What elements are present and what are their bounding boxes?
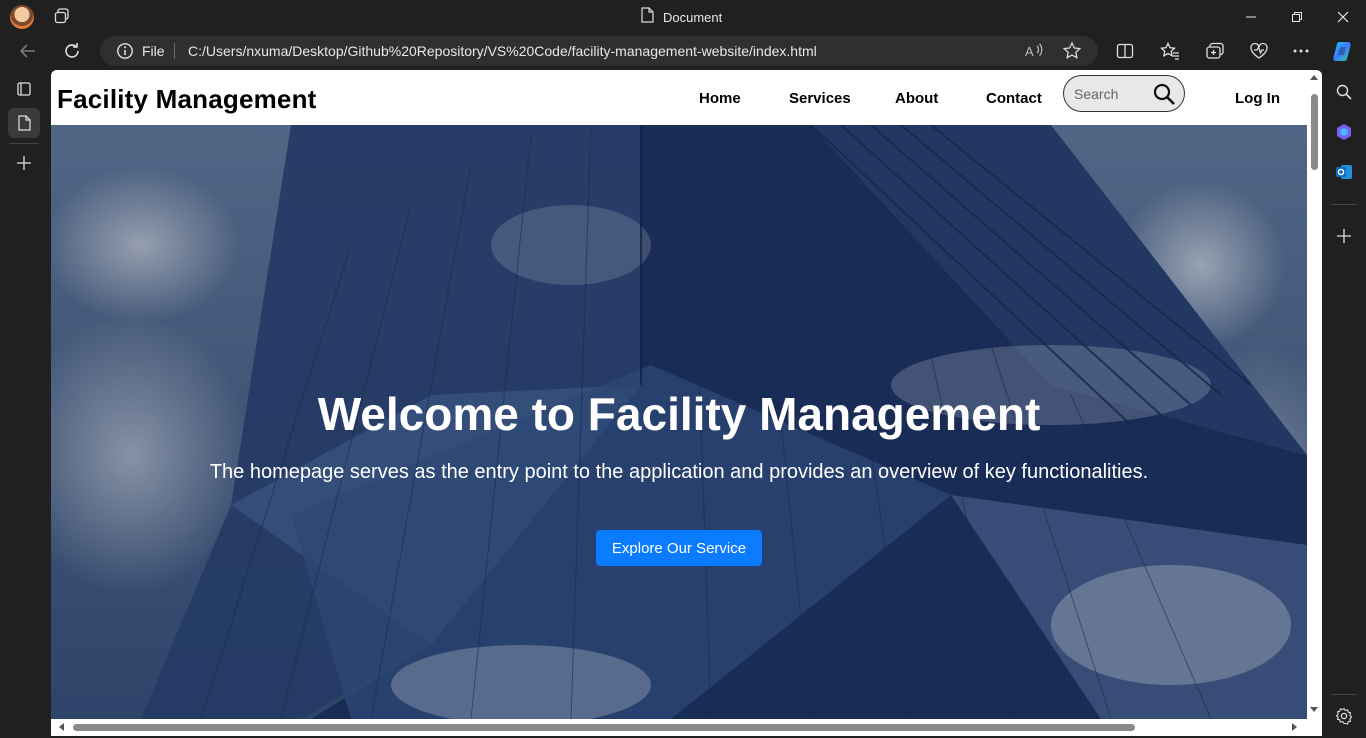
site-navbar: Facility Management Home Services About … [51,70,1307,125]
address-bar[interactable]: File C:/Users/nxuma/Desktop/Github%20Rep… [100,36,1098,66]
horizontal-scrollbar[interactable] [51,719,1307,736]
sidebar-settings-button[interactable] [1330,702,1358,730]
vertical-scroll-thumb[interactable] [1311,94,1318,170]
document-icon [640,7,654,28]
search-icon [1153,83,1175,105]
url-text[interactable]: C:/Users/nxuma/Desktop/Github%20Reposito… [188,43,817,59]
site-logo[interactable]: Facility Management [57,84,317,115]
sidebar-search-button[interactable] [1330,78,1358,106]
nav-home[interactable]: Home [699,90,741,107]
left-sidebar [0,70,48,738]
split-screen-icon [1116,43,1134,59]
explore-service-button[interactable]: Explore Our Service [596,530,762,566]
nav-contact[interactable]: Contact [986,90,1042,107]
rail-divider [10,143,38,144]
back-button[interactable] [13,37,43,65]
login-link[interactable]: Log In [1235,90,1280,107]
site-info-icon[interactable] [116,42,134,65]
hero-subtitle: The homepage serves as the entry point t… [209,461,1149,483]
nav-about[interactable]: About [895,90,938,107]
restore-button[interactable] [1274,0,1320,33]
search-box [1063,75,1185,112]
title-bar: Document [0,0,1366,33]
refresh-button[interactable] [57,37,87,65]
sidebar-divider [1331,204,1357,205]
browser-essentials-icon [1250,42,1268,59]
favorites-icon [1160,42,1179,60]
tab-title: Document [663,10,723,25]
hero-title: Welcome to Facility Management [317,388,1041,440]
minimize-icon [1246,16,1256,17]
search-button[interactable] [1152,82,1176,106]
search-input[interactable] [1074,84,1148,104]
browser-essentials-button[interactable] [1244,37,1274,65]
vertical-tab-document[interactable] [8,108,40,138]
sidebar-outlook-button[interactable] [1330,158,1358,186]
workspaces-icon[interactable] [54,8,70,24]
scroll-left-icon[interactable] [59,723,64,731]
settings-icon [1335,707,1353,725]
favorites-button[interactable] [1155,37,1185,65]
more-button[interactable] [1286,37,1316,65]
close-button[interactable] [1320,0,1366,33]
browser-toolbar: File C:/Users/nxuma/Desktop/Github%20Rep… [0,33,1366,70]
tab-actions-button[interactable] [8,74,40,104]
sidebar-divider [1331,694,1357,695]
favorite-star-icon[interactable] [1062,41,1082,66]
add-icon [1337,229,1351,243]
outlook-icon [1336,165,1352,179]
scheme-label[interactable]: File [142,43,165,59]
nav-services[interactable]: Services [789,90,851,107]
search-icon [1336,84,1352,100]
right-sidebar [1322,70,1366,738]
refresh-icon [65,43,79,58]
close-icon [1337,11,1349,22]
scroll-up-icon[interactable] [1310,75,1318,80]
tab-actions-icon [17,82,31,96]
new-tab-button[interactable] [8,148,40,178]
scroll-right-icon[interactable] [1292,723,1297,731]
document-icon [18,115,31,131]
split-screen-button[interactable] [1110,37,1140,65]
scroll-down-icon[interactable] [1310,707,1318,712]
read-aloud-icon[interactable]: A [1024,41,1044,66]
sidebar-copilot-button[interactable] [1330,118,1358,146]
hero-section: Welcome to Facility Management The homep… [51,125,1307,719]
restore-icon [1292,11,1302,22]
vertical-scrollbar[interactable] [1307,70,1322,719]
copilot-sidebar-icon [1337,124,1351,140]
copilot-icon [1333,42,1351,61]
page-viewport: Facility Management Home Services About … [51,70,1322,736]
address-divider [174,43,175,59]
active-tab[interactable]: Document [640,7,722,28]
sidebar-add-button[interactable] [1330,222,1358,250]
plus-icon [17,156,31,170]
more-icon [1293,49,1309,53]
back-arrow-icon [19,44,35,58]
horizontal-scroll-thumb[interactable] [73,724,1135,731]
profile-avatar[interactable] [10,5,34,29]
copilot-button[interactable] [1328,37,1358,65]
collections-button[interactable] [1200,37,1230,65]
svg-text:A: A [1025,44,1034,59]
minimize-button[interactable] [1228,0,1274,33]
collections-icon [1206,42,1224,59]
